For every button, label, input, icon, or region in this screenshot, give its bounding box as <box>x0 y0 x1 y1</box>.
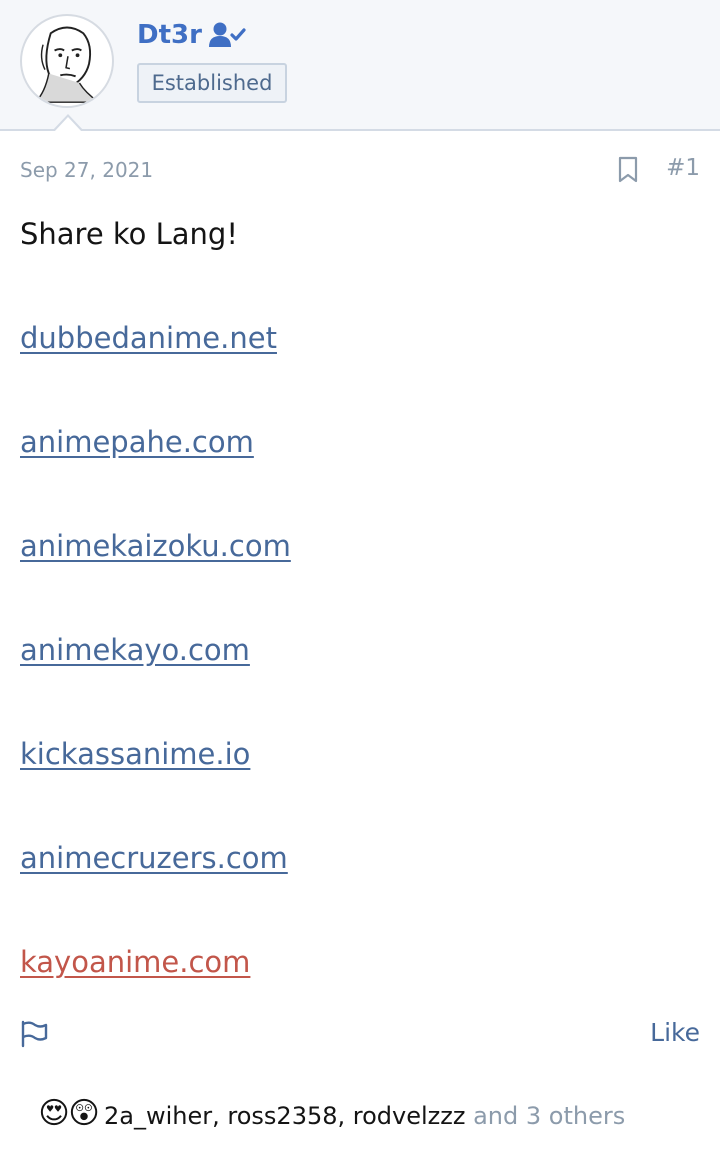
link-kayoanime[interactable]: kayoanime.com <box>20 942 250 982</box>
link-kickassanime[interactable]: kickassanime.io <box>20 734 250 774</box>
reactions-summary[interactable]: 😍 😲 2a_wiher, ross2358, rodvelzzz and 3 … <box>36 1096 625 1136</box>
post-date[interactable]: Sep 27, 2021 <box>20 158 153 182</box>
link-dubbedanime[interactable]: dubbedanime.net <box>20 318 277 358</box>
avatar[interactable] <box>20 14 114 108</box>
post-body: Share ko Lang! <box>20 212 700 256</box>
post-author-header: Dt3r Established <box>0 0 720 131</box>
flag-icon[interactable] <box>20 1020 48 1048</box>
reaction-icons: 😍 😲 <box>36 1096 102 1136</box>
link-animecruzers[interactable]: animecruzers.com <box>20 838 288 878</box>
user-title-badge: Established <box>137 63 287 103</box>
username-link[interactable]: Dt3r <box>137 20 202 50</box>
meme-face-avatar-icon <box>22 16 112 106</box>
link-animekaizoku[interactable]: animekaizoku.com <box>20 526 291 566</box>
like-button[interactable]: Like <box>650 1018 700 1047</box>
post-text: Share ko Lang! <box>20 217 238 251</box>
bookmark-icon[interactable] <box>616 156 640 184</box>
reaction-others[interactable]: and 3 others <box>465 1102 625 1130</box>
user-check-icon <box>208 22 246 47</box>
link-animekayo[interactable]: animekayo.com <box>20 630 250 670</box>
astonished-emoji-icon: 😲 <box>68 1096 100 1131</box>
link-animepahe[interactable]: animepahe.com <box>20 422 254 462</box>
reaction-users: 2a_wiher, ross2358, rodvelzzz and 3 othe… <box>104 1102 626 1130</box>
post-number-link[interactable]: #1 <box>666 155 700 181</box>
header-pointer-inner <box>54 117 82 132</box>
reaction-user[interactable]: ross2358 <box>227 1102 337 1130</box>
reaction-user[interactable]: 2a_wiher <box>104 1102 212 1130</box>
reaction-user[interactable]: rodvelzzz <box>353 1102 466 1130</box>
author-row: Dt3r <box>137 20 246 50</box>
